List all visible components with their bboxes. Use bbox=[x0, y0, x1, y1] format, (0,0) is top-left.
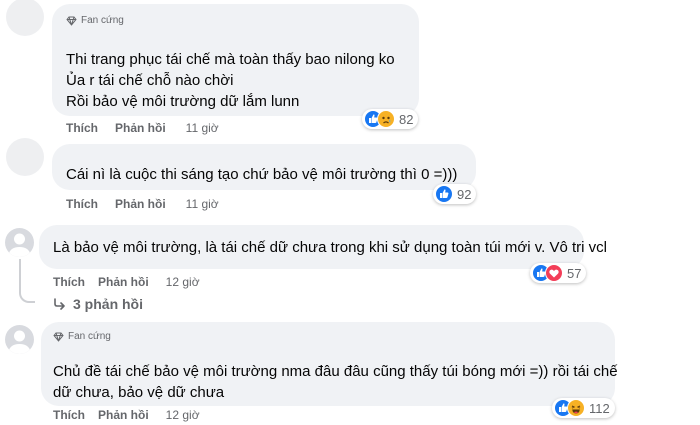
avatar[interactable] bbox=[6, 138, 44, 176]
reaction-count: 92 bbox=[457, 186, 472, 202]
comment-text: Chủ đề tái chế bảo vệ môi trường nma đâu… bbox=[53, 361, 618, 403]
timestamp[interactable]: 12 giờ bbox=[166, 275, 200, 289]
like-button[interactable]: Thích bbox=[53, 275, 85, 289]
diamond-icon bbox=[53, 332, 64, 342]
fan-badge: Fan cứng bbox=[53, 331, 111, 342]
reply-arrow-icon bbox=[54, 298, 65, 310]
default-avatar-icon bbox=[8, 233, 31, 257]
reaction-count: 82 bbox=[399, 111, 414, 127]
comment-bubble: Là bảo vệ môi trường, là tái chế dữ chưa… bbox=[39, 225, 607, 269]
reply-button[interactable]: Phản hồi bbox=[115, 121, 166, 135]
like-button[interactable]: Thích bbox=[66, 121, 98, 135]
default-avatar-icon bbox=[8, 330, 31, 354]
reaction-summary[interactable]: 57 bbox=[530, 263, 587, 283]
reply-button[interactable]: Phản hồi bbox=[98, 275, 149, 289]
like-button[interactable]: Thích bbox=[66, 197, 98, 211]
comment-actions: Thích Phản hồi 11 giờ bbox=[66, 197, 219, 211]
comment-bubble: Fan cứng Thi trang phục tái chế mà toàn … bbox=[52, 4, 419, 116]
comment-text: Là bảo vệ môi trường, là tái chế dữ chưa… bbox=[53, 239, 607, 256]
avatar[interactable] bbox=[5, 325, 34, 354]
comment-line: Chủ đề tái chế bảo vệ môi trường nma đâu… bbox=[53, 363, 618, 380]
sad-icon bbox=[377, 110, 395, 128]
reaction-count: 112 bbox=[589, 400, 610, 416]
diamond-icon bbox=[66, 16, 77, 26]
reply-button[interactable]: Phản hồi bbox=[115, 197, 166, 211]
comment-line: dữ chưa, bảo vệ dữ chưa bbox=[53, 384, 225, 401]
comment-bubble: Cái nì là cuộc thi sáng tạo chứ bảo vệ m… bbox=[52, 144, 476, 190]
comment-line: Thi trang phục tái chế mà toàn thấy bao … bbox=[66, 51, 395, 68]
badge-label: Fan cứng bbox=[81, 15, 124, 26]
comment-actions: Thích Phản hồi 12 giờ bbox=[53, 408, 200, 422]
comment-line: Ủa r tái chế chỗ nào chời bbox=[66, 72, 234, 89]
comment-actions: Thích Phản hồi 11 giờ bbox=[66, 121, 219, 135]
thread-connector bbox=[19, 280, 35, 303]
comment-actions: Thích Phản hồi 12 giờ bbox=[53, 275, 200, 289]
avatar[interactable] bbox=[5, 228, 34, 257]
love-icon bbox=[545, 264, 563, 282]
comment-text: Thi trang phục tái chế mà toàn thấy bao … bbox=[66, 49, 395, 112]
reaction-count: 57 bbox=[567, 265, 582, 281]
fan-badge: Fan cứng bbox=[66, 15, 124, 26]
avatar[interactable] bbox=[6, 0, 44, 36]
comment-text: Cái nì là cuộc thi sáng tạo chứ bảo vệ m… bbox=[66, 166, 458, 183]
reaction-summary[interactable]: 92 bbox=[433, 184, 477, 204]
comment-line: Rồi bảo vệ môi trường dữ lắm lunn bbox=[66, 93, 300, 110]
view-replies-link[interactable]: 3 phản hồi bbox=[53, 296, 143, 312]
like-icon bbox=[435, 185, 453, 203]
timestamp[interactable]: 12 giờ bbox=[166, 408, 200, 422]
replies-count: 3 phản hồi bbox=[73, 296, 143, 312]
timestamp[interactable]: 11 giờ bbox=[186, 197, 219, 211]
like-button[interactable]: Thích bbox=[53, 408, 85, 422]
haha-icon bbox=[567, 399, 585, 417]
badge-label: Fan cứng bbox=[68, 331, 111, 342]
comment-bubble: Fan cứng Chủ đề tái chế bảo vệ môi trườn… bbox=[41, 322, 618, 406]
reaction-summary[interactable]: 112 bbox=[552, 398, 615, 418]
timestamp[interactable]: 11 giờ bbox=[186, 121, 219, 135]
reply-button[interactable]: Phản hồi bbox=[98, 408, 149, 422]
reaction-summary[interactable]: 82 bbox=[362, 109, 419, 129]
